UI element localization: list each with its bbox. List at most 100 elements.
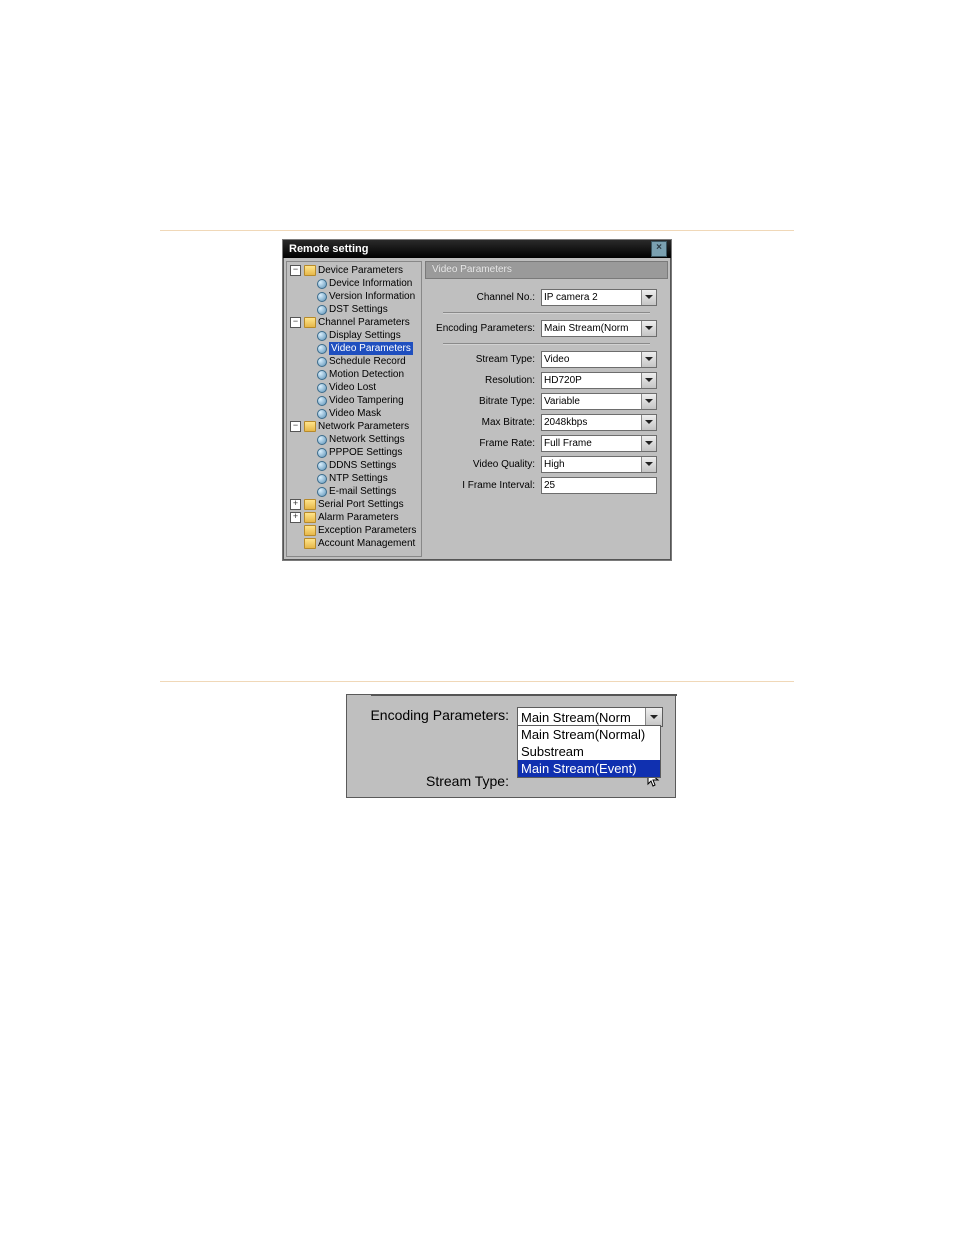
label-encoding-parameters-large: Encoding Parameters:	[351, 707, 509, 723]
tree-alarm-parameters[interactable]: + Alarm Parameters	[289, 511, 419, 524]
tree-label: NTP Settings	[329, 472, 388, 485]
leaf-icon	[317, 383, 327, 393]
option-main-stream-normal[interactable]: Main Stream(Normal)	[518, 726, 660, 743]
tree-email-settings[interactable]: E-mail Settings	[289, 485, 419, 498]
chevron-down-icon[interactable]	[641, 436, 656, 451]
tree-label-selected: Video Parameters	[329, 342, 413, 355]
tree-ntp-settings[interactable]: NTP Settings	[289, 472, 419, 485]
tree-video-mask[interactable]: Video Mask	[289, 407, 419, 420]
tree-label: Channel Parameters	[318, 316, 410, 329]
leaf-icon	[317, 461, 327, 471]
tree-network-settings[interactable]: Network Settings	[289, 433, 419, 446]
tree-ddns-settings[interactable]: DDNS Settings	[289, 459, 419, 472]
chevron-down-icon[interactable]	[645, 708, 662, 726]
combo-resolution[interactable]: HD720P	[541, 372, 657, 389]
settings-tree[interactable]: − Device Parameters Device Information V…	[286, 261, 422, 557]
input-iframe-interval[interactable]: 25	[541, 477, 657, 494]
encoding-dropdown-detail: Encoding Parameters: Main Stream(Norm Ma…	[346, 694, 676, 798]
tree-network-parameters[interactable]: − Network Parameters	[289, 420, 419, 433]
folder-icon	[304, 538, 316, 549]
folder-icon	[304, 317, 316, 328]
tree-schedule-record[interactable]: Schedule Record	[289, 355, 419, 368]
tree-video-parameters[interactable]: Video Parameters	[289, 342, 419, 355]
tree-label: Video Mask	[329, 407, 381, 420]
collapse-icon[interactable]: −	[290, 421, 301, 432]
combo-frame-rate[interactable]: Full Frame	[541, 435, 657, 452]
tree-label: Alarm Parameters	[318, 511, 399, 524]
expand-icon[interactable]: +	[290, 512, 301, 523]
leaf-icon	[317, 279, 327, 289]
combo-value: Video	[544, 354, 569, 365]
tree-exception-parameters[interactable]: Exception Parameters	[289, 524, 419, 537]
folder-icon	[304, 525, 316, 536]
label-channel-no: Channel No.:	[435, 292, 535, 303]
tree-label: Motion Detection	[329, 368, 404, 381]
chevron-down-icon[interactable]	[641, 394, 656, 409]
collapse-icon[interactable]: −	[290, 317, 301, 328]
divider	[443, 312, 650, 314]
combo-channel-no[interactable]: IP camera 2	[541, 289, 657, 306]
tree-dst-settings[interactable]: DST Settings	[289, 303, 419, 316]
tree-label: Schedule Record	[329, 355, 406, 368]
folder-icon	[304, 265, 316, 276]
combo-video-quality[interactable]: High	[541, 456, 657, 473]
tree-device-parameters[interactable]: − Device Parameters	[289, 264, 419, 277]
combo-value: Variable	[544, 396, 580, 407]
tree-label: Network Parameters	[318, 420, 409, 433]
tree-label: Display Settings	[329, 329, 401, 342]
tree-label: Account Management	[318, 537, 415, 550]
combo-encoding-parameters[interactable]: Main Stream(Norm	[541, 320, 657, 337]
chevron-down-icon[interactable]	[641, 373, 656, 388]
collapse-icon[interactable]: −	[290, 265, 301, 276]
tree-label: Network Settings	[329, 433, 405, 446]
chevron-down-icon[interactable]	[641, 457, 656, 472]
tree-label: DST Settings	[329, 303, 388, 316]
label-iframe-interval: I Frame Interval:	[435, 480, 535, 491]
tree-label: Exception Parameters	[318, 524, 416, 537]
combo-value: High	[544, 459, 565, 470]
expand-icon[interactable]: +	[290, 499, 301, 510]
window-titlebar[interactable]: Remote setting ×	[283, 240, 671, 258]
leaf-icon	[317, 357, 327, 367]
remote-setting-window: Remote setting × − Device Parameters Dev…	[282, 239, 672, 561]
leaf-icon	[317, 487, 327, 497]
combo-encoding-parameters-large[interactable]: Main Stream(Norm	[517, 707, 663, 727]
dropdown-options-list[interactable]: Main Stream(Normal) Substream Main Strea…	[517, 725, 661, 778]
close-icon[interactable]: ×	[651, 241, 667, 257]
label-bitrate-type: Bitrate Type:	[435, 396, 535, 407]
label-max-bitrate: Max Bitrate:	[435, 417, 535, 428]
leaf-icon	[317, 435, 327, 445]
combo-bitrate-type[interactable]: Variable	[541, 393, 657, 410]
leaf-icon	[317, 409, 327, 419]
tree-motion-detection[interactable]: Motion Detection	[289, 368, 419, 381]
tree-device-information[interactable]: Device Information	[289, 277, 419, 290]
combo-value: 2048kbps	[544, 417, 587, 428]
tree-channel-parameters[interactable]: − Channel Parameters	[289, 316, 419, 329]
tree-label: PPPOE Settings	[329, 446, 402, 459]
folder-icon	[304, 421, 316, 432]
input-value: 25	[544, 480, 555, 491]
tree-version-information[interactable]: Version Information	[289, 290, 419, 303]
tree-account-management[interactable]: Account Management	[289, 537, 419, 550]
label-video-quality: Video Quality:	[435, 459, 535, 470]
chevron-down-icon[interactable]	[641, 352, 656, 367]
folder-icon	[304, 499, 316, 510]
tree-serial-port-settings[interactable]: + Serial Port Settings	[289, 498, 419, 511]
chevron-down-icon[interactable]	[641, 415, 656, 430]
option-main-stream-event[interactable]: Main Stream(Event)	[518, 760, 660, 777]
tree-display-settings[interactable]: Display Settings	[289, 329, 419, 342]
combo-stream-type[interactable]: Video	[541, 351, 657, 368]
label-stream-type: Stream Type:	[435, 354, 535, 365]
content-pane: Video Parameters Channel No.: IP camera …	[425, 261, 668, 557]
leaf-icon	[317, 305, 327, 315]
tree-video-lost[interactable]: Video Lost	[289, 381, 419, 394]
option-substream[interactable]: Substream	[518, 743, 660, 760]
combo-value: HD720P	[544, 375, 582, 386]
chevron-down-icon[interactable]	[641, 290, 656, 305]
chevron-down-icon[interactable]	[641, 321, 656, 336]
combo-max-bitrate[interactable]: 2048kbps	[541, 414, 657, 431]
page-divider-bottom	[160, 681, 794, 682]
tree-video-tampering[interactable]: Video Tampering	[289, 394, 419, 407]
tree-pppoe-settings[interactable]: PPPOE Settings	[289, 446, 419, 459]
tree-label: DDNS Settings	[329, 459, 396, 472]
